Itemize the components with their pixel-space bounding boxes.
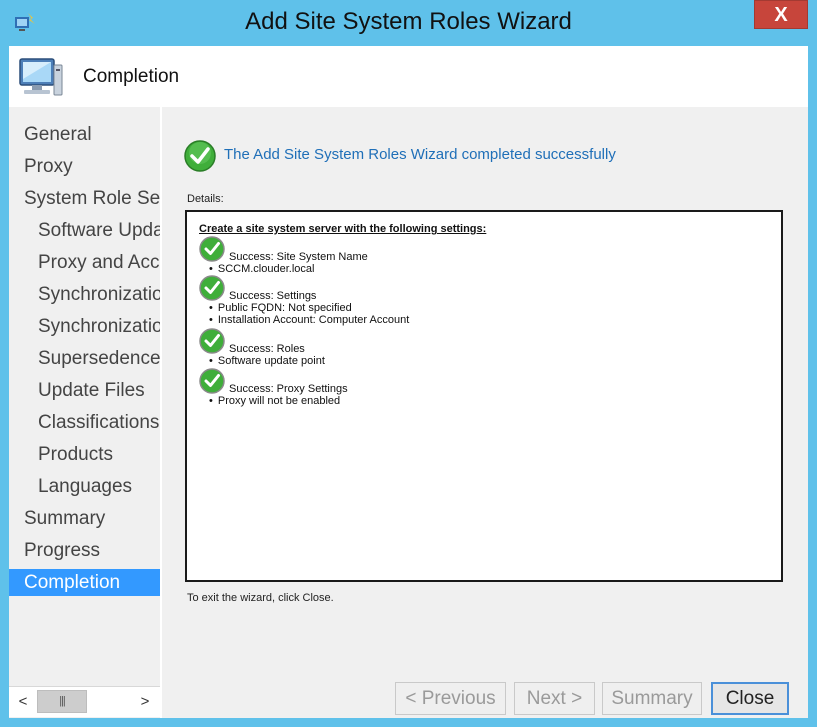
nav-item-label: Supersedence Rules [38,348,160,369]
nav-item-label: Summary [24,508,106,529]
nav-item-label: Synchronization Source [38,284,160,305]
page-title: Completion [83,66,180,87]
section-bullets: Software update point [209,355,325,367]
next-button[interactable]: Next > [514,682,595,715]
success-check-icon [199,236,225,262]
nav-item-label: Synchronization Schedule [38,316,160,337]
nav-horizontal-scrollbar[interactable]: < ||| > [9,686,160,717]
nav-item-label: Classifications [38,412,160,433]
bullet-item: SCCM.clouder.local [209,263,315,275]
bullet-item: Public FQDN: Not specified [209,302,409,314]
section-title: Success: Site System Name [229,251,368,263]
details-heading: Create a site system server with the fol… [199,223,487,235]
nav-item-proxy-and-account[interactable]: Proxy and Account Settings [9,249,160,276]
nav-item-supersedence[interactable]: Supersedence Rules [9,345,160,372]
nav-item-update-files[interactable]: Update Files [9,377,160,404]
wizard-main-panel: The Add Site System Roles Wizard complet… [162,107,808,718]
nav-item-label: Products [38,444,113,465]
nav-item-software-update-point[interactable]: Software Update Point [9,217,160,244]
nav-item-proxy[interactable]: Proxy [9,153,160,180]
wizard-header: Completion [9,46,808,107]
bullet-item: Proxy will not be enabled [209,395,340,407]
details-label: Details: [187,193,224,205]
section-bullets: Proxy will not be enabled [209,395,340,407]
section-title: Success: Roles [229,343,305,355]
section-bullets: Public FQDN: Not specified Installation … [209,302,409,326]
nav-item-languages[interactable]: Languages [9,473,160,500]
nav-item-completion[interactable]: Completion [9,569,160,596]
success-check-icon [199,275,225,301]
details-panel: Create a site system server with the fol… [185,210,783,582]
nav-item-label: Completion [24,572,121,593]
success-check-icon [199,328,225,354]
computer-monitor-icon [19,58,63,96]
exit-instructions: To exit the wizard, click Close. [187,592,334,604]
nav-item-label: Proxy and Account Settings [38,252,160,273]
nav-item-general[interactable]: General [9,121,160,148]
previous-button[interactable]: < Previous [395,682,506,715]
nav-item-sync-source[interactable]: Synchronization Source [9,281,160,308]
scroll-thumb[interactable]: ||| [37,690,87,713]
nav-item-progress[interactable]: Progress [9,537,160,564]
nav-item-classifications[interactable]: Classifications [9,409,160,436]
window-title: Add Site System Roles Wizard [245,8,572,35]
window-close-button[interactable]: X [754,0,808,29]
bullet-item: Installation Account: Computer Account [209,314,409,326]
success-check-icon [199,368,225,394]
nav-item-label: Progress [24,540,101,561]
nav-item-label: Proxy [24,156,73,177]
summary-button[interactable]: Summary [602,682,702,715]
nav-item-label: Languages [38,476,133,497]
wizard-client-area: Completion General Proxy System Role Sel… [9,46,808,718]
scroll-right-button[interactable]: > [133,687,157,717]
title-bar: Add Site System Roles Wizard X [0,0,817,46]
scroll-left-button[interactable]: < [11,687,35,717]
nav-item-summary[interactable]: Summary [9,505,160,532]
success-check-icon [184,140,216,172]
close-icon: X [774,4,788,26]
section-bullets: SCCM.clouder.local [209,263,315,275]
section-title: Success: Settings [229,290,317,302]
nav-item-label: Update Files [38,380,145,401]
bullet-item: Software update point [209,355,325,367]
nav-item-products[interactable]: Products [9,441,160,468]
wizard-step-nav: General Proxy System Role Selection Soft… [9,107,160,718]
nav-item-label: System Role Selection [24,188,160,209]
nav-item-label: General [24,124,92,145]
section-title: Success: Proxy Settings [229,383,348,395]
nav-item-label: Software Update Point [38,220,160,241]
success-message: The Add Site System Roles Wizard complet… [224,146,616,163]
nav-item-sync-schedule[interactable]: Synchronization Schedule [9,313,160,340]
nav-item-system-role-selection[interactable]: System Role Selection [9,185,160,212]
close-button[interactable]: Close [711,682,789,715]
